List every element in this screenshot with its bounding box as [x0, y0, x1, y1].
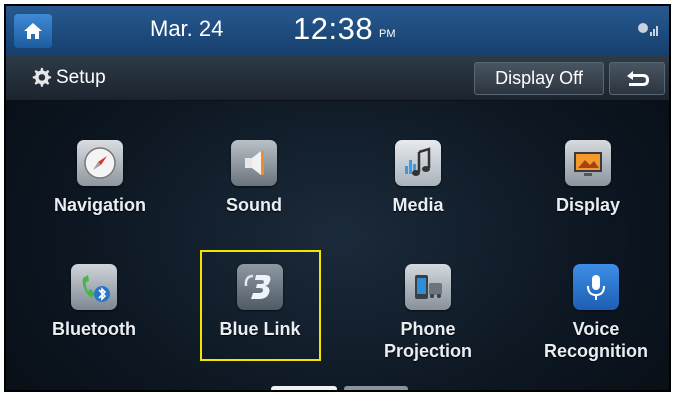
status-time: 12:38 [293, 11, 374, 46]
tile-label-line-2: Projection [383, 341, 472, 361]
gear-icon [32, 67, 52, 87]
sound-tile[interactable]: Sound [179, 140, 329, 216]
page-indicator-active [271, 386, 337, 390]
status-ampm: PM [379, 28, 396, 40]
status-date: Mar. 24 [150, 16, 224, 41]
tile-label-line-1: Voice [572, 319, 620, 339]
voice-recognition-tile[interactable]: Voice Recognition [521, 264, 669, 362]
bluetooth-tile[interactable]: Bluetooth [19, 264, 169, 340]
signal-icon [638, 23, 658, 36]
tile-label: Navigation [53, 195, 146, 215]
media-tile[interactable]: Media [343, 140, 493, 216]
status-bar: Mar. 24 12:38 PM [6, 6, 669, 56]
tile-label: Sound [226, 195, 282, 215]
tile-label: Bluetooth [52, 319, 136, 339]
navigation-compass-icon [77, 140, 123, 186]
phone-projection-tile[interactable]: Phone Projection [353, 264, 503, 362]
media-music-icon [395, 140, 441, 186]
speaker-icon [231, 140, 277, 186]
phone-projection-icon [405, 264, 451, 310]
display-off-button[interactable]: Display Off [474, 62, 604, 95]
setup-header: Setup Display Off [6, 56, 669, 101]
tile-label: Blue Link [219, 319, 301, 339]
back-button[interactable] [609, 62, 665, 95]
display-picture-icon [565, 140, 611, 186]
microphone-icon [573, 264, 619, 310]
page-title: Setup [56, 67, 106, 88]
page-indicator-inactive[interactable] [344, 386, 408, 390]
home-icon [24, 23, 42, 39]
tile-label-line-2: Recognition [544, 341, 648, 361]
blue-link-icon [237, 264, 283, 310]
infotainment-screen: Mar. 24 12:38 PM Setup Display Off Navig… [4, 4, 671, 392]
home-button[interactable] [14, 14, 52, 48]
tile-label: Media [392, 195, 444, 215]
tile-label: Display [555, 195, 621, 215]
back-arrow-icon [627, 70, 649, 86]
tile-label-line-1: Phone [400, 319, 456, 339]
bluetooth-phone-icon [71, 264, 117, 310]
navigation-tile[interactable]: Navigation [25, 140, 175, 216]
blue-link-tile[interactable]: Blue Link [185, 264, 335, 340]
display-tile[interactable]: Display [513, 140, 663, 216]
